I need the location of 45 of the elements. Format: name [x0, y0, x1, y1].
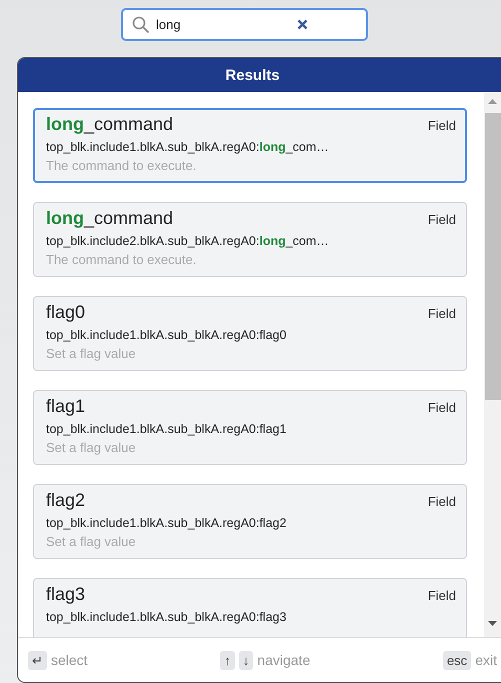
result-description: Set a flag value	[46, 440, 137, 455]
search-value: long	[156, 17, 182, 32]
result-type: Field	[428, 400, 456, 415]
result-description: The command to execute.	[46, 158, 198, 173]
result-item[interactable]: flag3 Field top_blk.include1.blkA.sub_blkA.regA0:flag3	[33, 578, 467, 637]
scroll-up-icon[interactable]	[488, 99, 497, 104]
hint-label: exit	[475, 652, 497, 668]
key-hint: ↓	[238, 650, 254, 670]
scroll-thumb[interactable]	[485, 113, 501, 400]
result-path: top_blk.include1.blkA.sub_blkA.regA0:flag0	[46, 328, 288, 342]
result-path: top_blk.include1.blkA.sub_blkA.regA0:flag1	[46, 422, 288, 436]
result-title: long_command	[46, 208, 174, 229]
result-item[interactable]: flag2 Field top_blk.include1.blkA.sub_blkA.regA0:flag2 Set a flag value	[33, 484, 467, 559]
hint-label: navigate	[257, 652, 310, 668]
search-icon	[132, 16, 150, 34]
search-field[interactable]: long	[121, 8, 368, 41]
result-title: flag3	[46, 584, 86, 605]
result-description: Set a flag value	[46, 534, 137, 549]
result-path: top_blk.include2.blkA.sub_blkA.regA0:long_com…	[46, 234, 330, 248]
result-type: Field	[428, 306, 456, 321]
result-type: Field	[428, 588, 456, 603]
result-title: long_command	[46, 114, 174, 135]
result-type: Field	[428, 118, 456, 133]
result-description: The command to execute.	[46, 252, 198, 267]
close-icon[interactable]	[297, 19, 308, 30]
scrollbar[interactable]	[484, 92, 501, 637]
result-title: flag0	[46, 302, 86, 323]
result-item[interactable]: long_command Field top_blk.include1.blkA.sub_blkA.regA0:long_com… The command to execute.	[33, 108, 467, 183]
panel-title: Results	[225, 66, 280, 84]
result-item[interactable]: long_command Field top_blk.include2.blkA.sub_blkA.regA0:long_com… The command to execute.	[33, 202, 467, 277]
result-item[interactable]: flag1 Field top_blk.include1.blkA.sub_blkA.regA0:flag1 Set a flag value	[33, 390, 467, 465]
result-title: flag1	[46, 396, 86, 417]
result-type: Field	[428, 494, 456, 509]
scroll-down-icon[interactable]	[488, 621, 497, 626]
result-item[interactable]: flag0 Field top_blk.include1.blkA.sub_blkA.regA0:flag0 Set a flag value	[33, 296, 467, 371]
key-hint: ↑	[220, 650, 235, 670]
result-title: flag2	[46, 490, 86, 511]
key-hint: esc	[442, 650, 472, 670]
result-path: top_blk.include1.blkA.sub_blkA.regA0:flag2	[46, 516, 288, 530]
key-hint: ↵	[28, 650, 47, 670]
result-type: Field	[428, 212, 456, 227]
result-path: top_blk.include1.blkA.sub_blkA.regA0:flag3	[46, 610, 288, 624]
result-description: Set a flag value	[46, 346, 137, 361]
result-path: top_blk.include1.blkA.sub_blkA.regA0:long_com…	[46, 140, 330, 154]
hint-label: select	[51, 652, 88, 668]
